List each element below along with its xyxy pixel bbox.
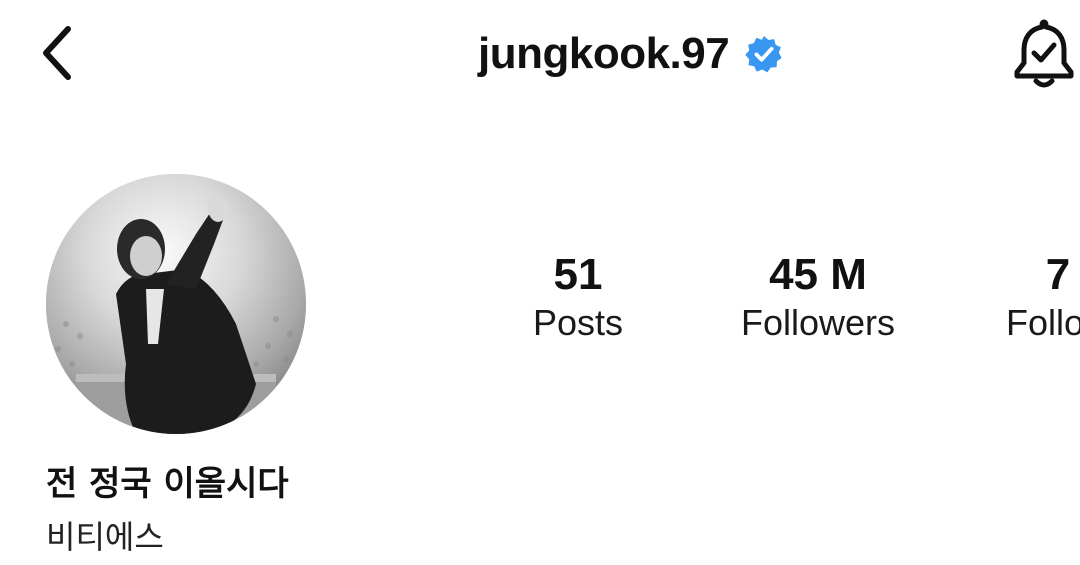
- following-label: Follow: [1005, 302, 1080, 343]
- bell-check-icon: [1014, 19, 1074, 88]
- back-button[interactable]: [30, 20, 86, 86]
- following-count: 7: [1045, 250, 1071, 299]
- bio-text: 비티에스: [46, 518, 164, 556]
- verified-badge-icon: [745, 35, 782, 73]
- posts-count: 51: [553, 250, 603, 299]
- chevron-left-icon: [43, 26, 71, 80]
- posts-label: Posts: [532, 302, 624, 343]
- posts-stat[interactable]: 51 Posts: [533, 250, 623, 346]
- profile-header: jungkook.97: [478, 24, 783, 84]
- followers-count: 45 M: [769, 250, 867, 299]
- followers-label: Followers: [740, 302, 896, 343]
- followers-stat[interactable]: 45 M Followers: [741, 250, 895, 346]
- display-name: 전 정국 이올시다: [46, 464, 289, 504]
- profile-stats: 51 Posts 45 M Followers 7 Follow: [0, 250, 1080, 350]
- username: jungkook.97: [478, 29, 730, 78]
- notifications-button[interactable]: [1008, 16, 1080, 90]
- following-stat[interactable]: 7 Follow: [1006, 250, 1080, 346]
